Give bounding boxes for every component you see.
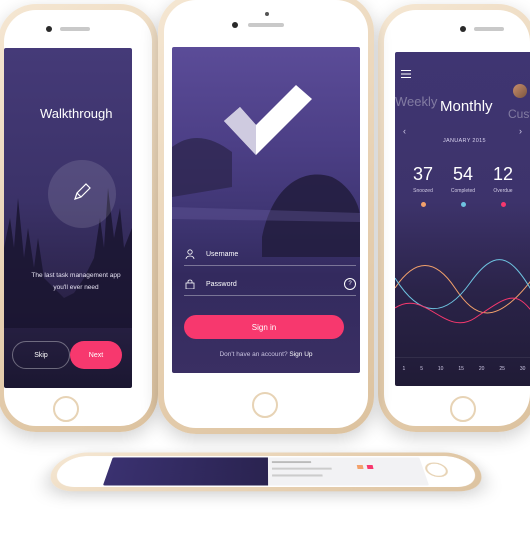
front-camera xyxy=(232,22,238,28)
checkmark-logo xyxy=(224,85,312,155)
flat-screen xyxy=(102,457,430,486)
username-field[interactable]: Username xyxy=(184,243,356,266)
front-camera xyxy=(460,26,466,32)
date-label: JANUARY 2015 xyxy=(443,138,486,144)
stat-completed: 54 Completed xyxy=(443,164,483,207)
username-placeholder: Username xyxy=(206,250,239,258)
stat-value: 54 xyxy=(452,164,474,184)
stat-value: 37 xyxy=(412,164,434,184)
tab-weekly[interactable]: Weekly xyxy=(395,94,437,109)
speaker xyxy=(60,27,90,31)
tab-monthly[interactable]: Monthly xyxy=(440,98,493,115)
wave-completed xyxy=(395,259,530,310)
password-placeholder: Password xyxy=(206,280,237,288)
stat-label: Snoozed xyxy=(413,188,433,194)
phone-lying-flat xyxy=(42,452,490,492)
lock-icon xyxy=(184,278,196,290)
stat-overdue: 12 Overdue xyxy=(483,164,523,207)
front-camera xyxy=(46,26,52,32)
home-button xyxy=(53,396,79,422)
axis-tick: 30 xyxy=(519,366,526,372)
tab-custom[interactable]: Custom xyxy=(508,107,530,121)
walkthrough-title: Walkthrough xyxy=(40,106,113,121)
sign-up-link[interactable]: Sign Up xyxy=(289,351,312,358)
flat-screen-list xyxy=(271,461,374,477)
axis-tick: 1 xyxy=(402,366,406,372)
chevron-right-icon[interactable]: › xyxy=(519,126,522,136)
sensor xyxy=(265,12,269,16)
pencil-icon xyxy=(74,183,91,200)
stat-dot xyxy=(500,202,506,207)
stat-dot xyxy=(460,202,466,207)
sign-up-row: Don't have an account? Sign Up xyxy=(172,351,360,358)
wave-snoozed xyxy=(395,265,530,314)
axis-tick: 25 xyxy=(499,366,505,372)
home-button xyxy=(450,396,476,422)
speaker xyxy=(474,27,504,31)
stat-value: 12 xyxy=(492,164,514,184)
chart-axis: 1 5 10 15 20 25 30 xyxy=(395,366,530,378)
login-screen: Username Password ? Sign in Don't have a… xyxy=(172,47,360,373)
stat-label: Overdue xyxy=(493,188,513,194)
walkthrough-screen: Walkthrough The last task management app… xyxy=(4,48,132,388)
skip-button[interactable]: Skip xyxy=(12,341,70,369)
wave-chart xyxy=(395,259,530,358)
sign-in-button[interactable]: Sign in xyxy=(184,315,344,339)
axis-tick: 5 xyxy=(420,366,423,372)
stat-dot xyxy=(420,202,426,207)
phone-walkthrough: Walkthrough The last task management app… xyxy=(0,4,158,432)
sign-up-prompt: Don't have an account? xyxy=(219,351,288,358)
home-button xyxy=(252,392,278,418)
help-icon[interactable]: ? xyxy=(344,278,356,290)
stat-label: Completed xyxy=(450,188,476,194)
chevron-left-icon[interactable]: ‹ xyxy=(403,126,406,136)
axis-tick: 10 xyxy=(437,366,444,372)
user-icon xyxy=(184,248,196,260)
next-button[interactable]: Next xyxy=(70,341,122,369)
axis-tick: 20 xyxy=(478,366,485,372)
phone-login: Username Password ? Sign in Don't have a… xyxy=(158,0,374,434)
flat-screen-dark-panel xyxy=(102,457,269,486)
axis-tick: 15 xyxy=(458,366,464,372)
phone-stats: Weekly Monthly Custom ‹ › JANUARY 2015 3… xyxy=(378,4,530,432)
walkthrough-description: The last task management app you'll ever… xyxy=(31,272,121,291)
menu-icon[interactable] xyxy=(401,70,411,78)
password-field[interactable]: Password ? xyxy=(184,273,356,296)
stats-screen: Weekly Monthly Custom ‹ › JANUARY 2015 3… xyxy=(395,52,530,386)
avatar[interactable] xyxy=(513,84,527,98)
speaker xyxy=(248,23,284,27)
stat-snoozed: 37 Snoozed xyxy=(403,164,443,207)
